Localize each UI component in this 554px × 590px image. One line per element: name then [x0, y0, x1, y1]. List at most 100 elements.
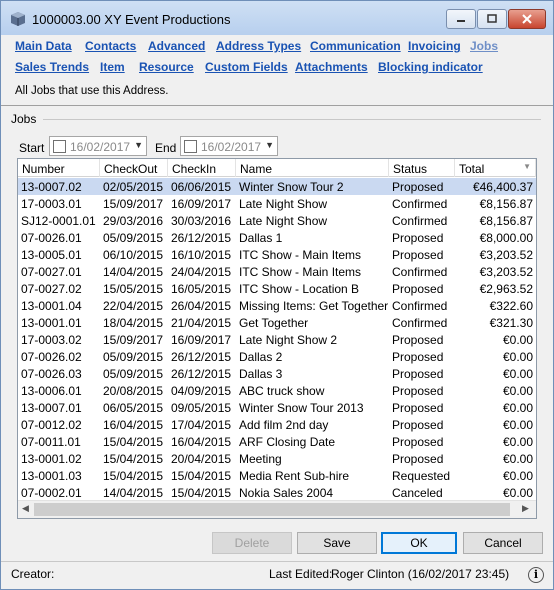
end-date-value: 16/02/2017	[201, 140, 262, 154]
table-row[interactable]: 13-0006.01 20/08/2015 04/09/2015 ABC truck …	[18, 382, 536, 399]
scrollbar-thumb[interactable]	[34, 503, 510, 516]
delete-button[interactable]: Delete	[212, 532, 292, 554]
table-row[interactable]: 07-0011.01 15/04/2015 16/04/2015 ARF Closin…	[18, 433, 536, 450]
column-header-checkin[interactable]: CheckIn	[168, 159, 236, 177]
cell-name: Add film 2nd day	[239, 418, 329, 432]
title-bar[interactable]: 1000003.00 XY Event Productions	[1, 1, 553, 35]
table-row[interactable]: 07-0026.02 05/09/2015 26/12/2015 Dallas 2 Pr…	[18, 348, 536, 365]
scroll-left-icon[interactable]: ◀	[22, 503, 29, 514]
tab-sales-trends[interactable]: Sales Trends	[15, 60, 89, 74]
minimize-button[interactable]	[446, 9, 476, 29]
dialog-window: 1000003.00 XY Event Productions Main Dat…	[0, 0, 554, 590]
tab-item[interactable]: Item	[100, 60, 125, 74]
cell-checkout: 15/09/2017	[103, 197, 164, 211]
cell-number: SJ12-0001.01	[21, 214, 96, 228]
cell-total: €0.00	[502, 469, 533, 483]
cell-total: €321.30	[489, 316, 533, 330]
tab-communication[interactable]: Communication	[310, 39, 401, 53]
table-row[interactable]: 13-0005.01 06/10/2015 16/10/2015 ITC Show -…	[18, 246, 536, 263]
jobs-table[interactable]: Number CheckOut CheckIn Name Status Tota…	[17, 158, 537, 519]
tab-main-data[interactable]: Main Data	[15, 39, 72, 53]
cell-number: 17-0003.02	[21, 333, 82, 347]
cell-status: Proposed	[392, 231, 444, 245]
cell-name: Late Night Show	[239, 197, 328, 211]
column-header-name[interactable]: Name	[236, 159, 389, 177]
cell-status: Requested	[392, 469, 451, 483]
cell-total: €8,000.00	[479, 231, 533, 245]
cell-name: Late Night Show 2	[239, 333, 338, 347]
table-row[interactable]: 17-0003.02 15/09/2017 16/09/2017 Late Night…	[18, 331, 536, 348]
cell-checkout: 02/05/2015	[103, 180, 164, 194]
close-button[interactable]	[508, 9, 546, 29]
tab-jobs[interactable]: Jobs	[470, 39, 498, 53]
cell-checkout: 18/04/2015	[103, 316, 164, 330]
column-header-number[interactable]: Number	[18, 159, 100, 177]
chevron-down-icon[interactable]: ▼	[265, 140, 274, 150]
cell-number: 13-0001.03	[21, 469, 82, 483]
end-date-checkbox[interactable]	[184, 140, 197, 153]
cell-name: ITC Show - Location B	[239, 282, 360, 296]
start-date-checkbox[interactable]	[53, 140, 66, 153]
table-row[interactable]: 07-0012.02 16/04/2015 17/04/2015 Add film 2…	[18, 416, 536, 433]
tab-contacts[interactable]: Contacts	[85, 39, 136, 53]
cell-number: 07-0026.02	[21, 350, 82, 364]
cell-name: Late Night Show	[239, 214, 328, 228]
table-row[interactable]: 13-0001.03 15/04/2015 15/04/2015 Media Rent…	[18, 467, 536, 484]
table-row[interactable]: 13-0001.04 22/04/2015 26/04/2015 Missing It…	[18, 297, 536, 314]
cell-checkout: 16/04/2015	[103, 418, 164, 432]
tab-address-types[interactable]: Address Types	[216, 39, 301, 53]
cell-name: ITC Show - Main Items	[239, 248, 362, 262]
table-row[interactable]: 13-0001.01 18/04/2015 21/04/2015 Get Togeth…	[18, 314, 536, 331]
column-header-checkout[interactable]: CheckOut	[100, 159, 168, 177]
tab-resource[interactable]: Resource	[139, 60, 194, 74]
tab-blocking-indicator[interactable]: Blocking indicator	[378, 60, 483, 74]
cell-status: Proposed	[392, 452, 444, 466]
cell-checkout: 05/09/2015	[103, 350, 164, 364]
tab-custom-fields[interactable]: Custom Fields	[205, 60, 288, 74]
table-row[interactable]: 07-0026.03 05/09/2015 26/12/2015 Dallas 3 Pr…	[18, 365, 536, 382]
column-header-total-label: Total	[459, 162, 485, 176]
chevron-down-icon[interactable]: ▼	[134, 140, 143, 150]
info-icon[interactable]: i	[528, 567, 544, 583]
tab-advanced[interactable]: Advanced	[148, 39, 205, 53]
cell-total: €0.00	[502, 350, 533, 364]
divider	[1, 105, 553, 106]
column-header-status[interactable]: Status	[389, 159, 455, 177]
cell-total: €322.60	[489, 299, 533, 313]
cell-name: Media Rent Sub-hire	[239, 469, 350, 483]
cell-checkout: 20/08/2015	[103, 384, 164, 398]
cell-name: Meeting	[239, 452, 282, 466]
cell-status: Confirmed	[392, 299, 448, 313]
cell-checkin: 21/04/2015	[171, 316, 232, 330]
maximize-button[interactable]	[477, 9, 507, 29]
cell-name: Winter Snow Tour 2013	[239, 401, 364, 415]
table-row[interactable]: 07-0002.01 14/04/2015 15/04/2015 Nokia Sale…	[18, 484, 536, 501]
cell-number: 07-0027.01	[21, 265, 82, 279]
cell-name: Missing Items: Get Together	[239, 299, 389, 313]
cell-checkin: 16/09/2017	[171, 197, 232, 211]
ok-button[interactable]: OK	[381, 532, 457, 554]
table-row[interactable]: 07-0026.01 05/09/2015 26/12/2015 Dallas 1 Pr…	[18, 229, 536, 246]
table-row[interactable]: 07-0027.01 14/04/2015 24/04/2015 ITC Show -…	[18, 263, 536, 280]
table-row[interactable]: SJ12-0001.01 29/03/2016 30/03/2016 Late Nig…	[18, 212, 536, 229]
column-header-total[interactable]: Total ▼	[455, 159, 536, 177]
end-date-picker[interactable]: 16/02/2017 ▼	[180, 136, 278, 156]
table-row[interactable]: 13-0007.01 06/05/2015 09/05/2015 Winter Sno…	[18, 399, 536, 416]
table-row[interactable]: 07-0027.02 15/05/2015 16/05/2015 ITC Show -…	[18, 280, 536, 297]
cell-checkin: 24/04/2015	[171, 265, 232, 279]
cell-number: 07-0026.03	[21, 367, 82, 381]
cancel-button[interactable]: Cancel	[463, 532, 543, 554]
horizontal-scrollbar[interactable]: ◀ ▶	[18, 500, 536, 518]
maximize-icon	[487, 14, 497, 23]
tab-attachments[interactable]: Attachments	[295, 60, 368, 74]
save-button[interactable]: Save	[297, 532, 377, 554]
table-row[interactable]: 13-0001.02 15/04/2015 20/04/2015 Meeting Pro…	[18, 450, 536, 467]
start-date-picker[interactable]: 16/02/2017 ▼	[49, 136, 147, 156]
table-row[interactable]: 13-0007.02 02/05/2015 06/06/2015 Winter Sno…	[18, 178, 536, 195]
tab-invoicing[interactable]: Invoicing	[408, 39, 461, 53]
cell-status: Proposed	[392, 384, 444, 398]
table-row[interactable]: 17-0003.01 15/09/2017 16/09/2017 Late Night…	[18, 195, 536, 212]
group-divider	[43, 119, 541, 120]
scroll-right-icon[interactable]: ▶	[522, 503, 529, 514]
cell-status: Proposed	[392, 248, 444, 262]
